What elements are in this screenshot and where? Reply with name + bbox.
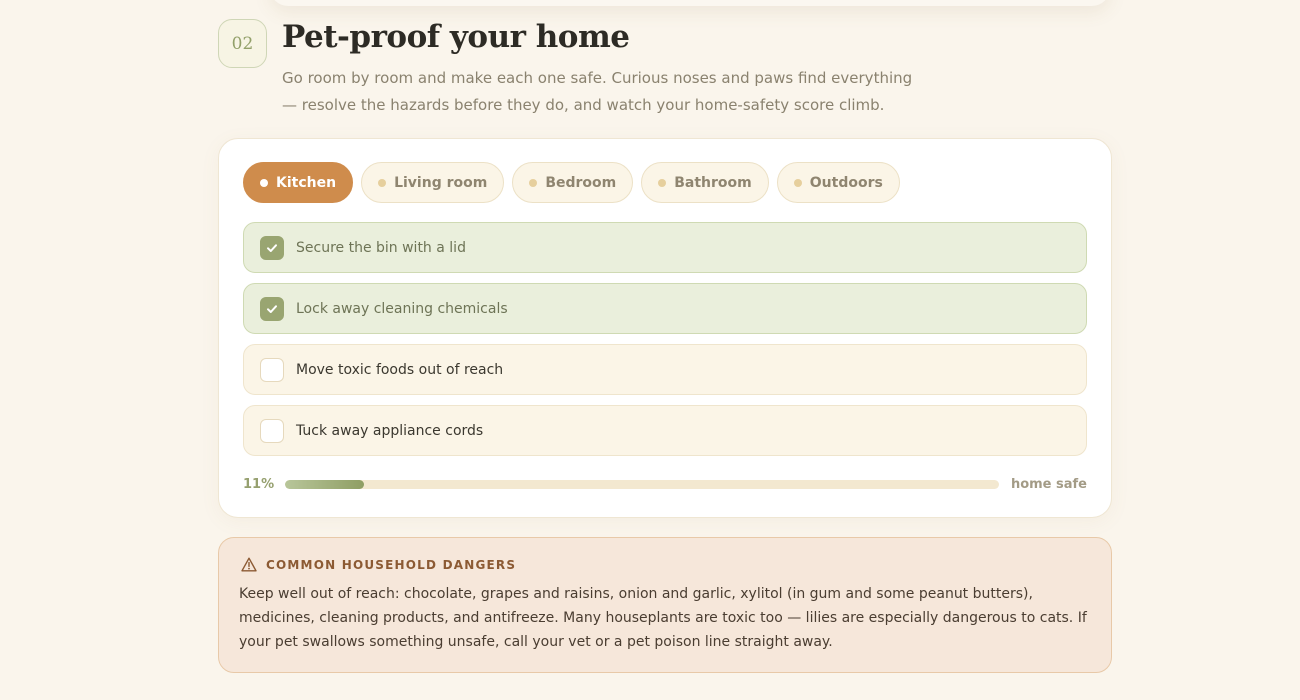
safety-progress: 11% home safe [243,475,1087,493]
section-description: Go room by room and make each one safe. … [282,69,913,114]
task-item[interactable]: Tuck away appliance cords [243,405,1087,456]
section-title: Pet-proof your home [282,19,630,55]
warning-icon [241,557,257,572]
progress-label: home safe [1010,476,1087,492]
callout-body: Keep well out of reach: chocolate, grape… [239,586,1087,650]
tab-bedroom[interactable]: Bedroom [512,162,634,203]
task-checkbox[interactable] [260,357,284,382]
room-checklist-card: Kitchen Living room Bedroom Bathroom Out… [218,138,1112,518]
tab-label: Outdoors [809,174,883,191]
tab-label: Bathroom [674,174,752,191]
tab-kitchen[interactable]: Kitchen [243,162,354,203]
tab-label: Living room [394,174,488,191]
task-label: Move toxic foods out of reach [296,361,504,378]
dangers-callout: COMMON HOUSEHOLD DANGERS Keep well out o… [218,537,1112,673]
tab-outdoors[interactable]: Outdoors [776,162,900,203]
tab-living-room[interactable]: Living room [361,162,505,203]
progress-percent: 11% [243,476,275,492]
tab-dot-icon [529,178,538,187]
task-item[interactable]: Secure the bin with a lid [243,222,1087,273]
checkmark-icon [267,243,277,252]
task-item[interactable]: Move toxic foods out of reach [243,344,1087,395]
task-checkbox-checked[interactable] [260,235,284,260]
task-label: Secure the bin with a lid [296,239,466,256]
task-checkbox[interactable] [260,418,284,443]
task-item[interactable]: Lock away cleaning chemicals [243,283,1087,334]
task-label: Tuck away appliance cords [296,422,484,439]
task-label: Lock away cleaning chemicals [296,300,508,317]
tab-dot-icon [793,178,802,187]
progress-fill [285,479,364,489]
task-list: Secure the bin with a lid Lock away clea… [243,222,1087,466]
tab-dot-icon [260,178,268,187]
step-number-badge: 02 [218,19,267,68]
tab-label: Bedroom [545,174,617,191]
room-tabs: Kitchen Living room Bedroom Bathroom Out… [243,162,900,203]
tab-label: Kitchen [276,174,337,191]
progress-track [285,479,999,489]
callout-header: COMMON HOUSEHOLD DANGERS [241,557,516,572]
checkmark-icon [267,304,277,313]
previous-card-edge [270,0,1110,6]
tab-bathroom[interactable]: Bathroom [641,162,769,203]
tab-dot-icon [378,178,387,187]
callout-title: COMMON HOUSEHOLD DANGERS [266,557,517,572]
task-checkbox-checked[interactable] [260,296,284,321]
tab-dot-icon [658,178,667,187]
